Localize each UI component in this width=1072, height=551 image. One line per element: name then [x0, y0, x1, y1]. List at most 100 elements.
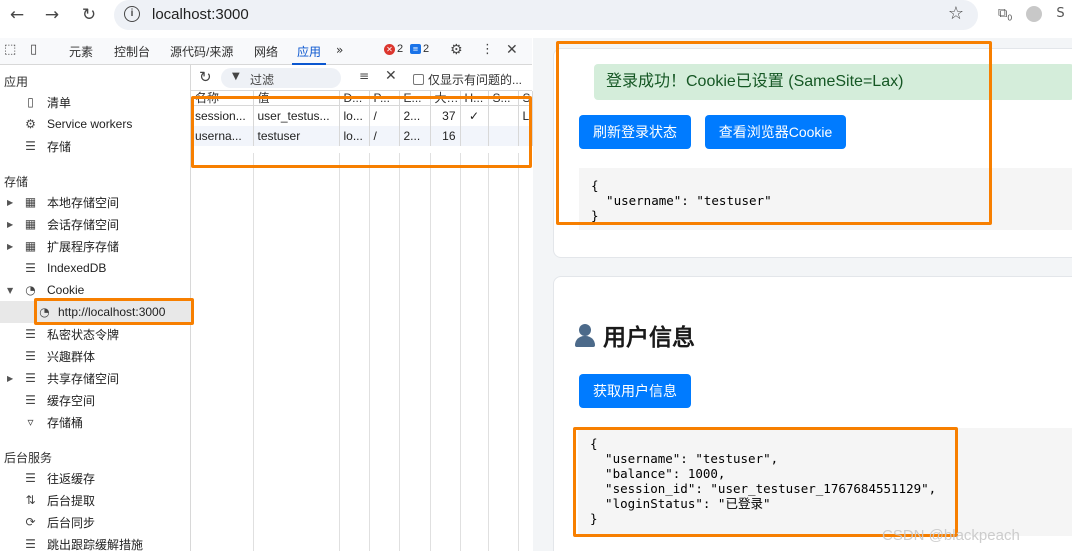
sidebar-item-shared-storage[interactable]: ▶ ☰ 共享存储空间 — [0, 367, 191, 389]
tab-elements[interactable]: 元素 — [69, 43, 93, 60]
tab-application[interactable]: 应用 — [297, 43, 321, 60]
sidebar-item-storage[interactable]: ☰ 存储 — [0, 135, 191, 157]
tab-sources[interactable]: 源代码/来源 — [170, 43, 233, 60]
cell-secure[interactable] — [488, 105, 519, 126]
table-icon: ▦ — [24, 195, 37, 209]
sidebar-item-session-storage[interactable]: ▶ ▦ 会话存储空间 — [0, 213, 191, 235]
column-header-secure[interactable]: S... — [488, 91, 519, 106]
expand-arrow-icon[interactable]: ▶ — [7, 198, 13, 207]
grid-divider — [369, 153, 370, 551]
grid-divider — [399, 153, 400, 551]
extension-icon-2[interactable]: S — [1056, 6, 1064, 23]
error-counter[interactable]: ✕ 2 — [384, 43, 403, 55]
column-header-path[interactable]: P... — [369, 91, 400, 106]
cell-value[interactable]: testuser — [253, 125, 340, 146]
back-arrow-icon[interactable]: ← — [5, 4, 29, 26]
cell-size[interactable]: 16 — [430, 125, 461, 146]
sidebar-item-label: 后台同步 — [47, 515, 96, 530]
sidebar-item-cookie-origin[interactable]: ◔ http://localhost:3000 — [0, 301, 191, 323]
cookie-icon: ◔ — [25, 283, 36, 297]
cell-domain[interactable]: lo... — [339, 125, 370, 146]
sidebar-item-interest-groups[interactable]: ☰ 兴趣群体 — [0, 345, 191, 367]
refresh-login-status-button[interactable]: 刷新登录状态 — [579, 115, 691, 149]
column-header-size[interactable]: 大... — [430, 91, 461, 106]
sidebar-item-storage-buckets[interactable]: ▿ 存储桶 — [0, 411, 191, 433]
cell-value[interactable]: user_testus... — [253, 105, 340, 126]
web-page: 登录成功！Cookie已设置 (SameSite=Lax) 刷新登录状态 查看浏… — [533, 38, 1072, 551]
message-counter[interactable]: ≡ 2 — [410, 43, 429, 55]
close-devtools-icon[interactable]: ✕ — [506, 42, 518, 58]
cell-name[interactable]: session... — [191, 105, 254, 126]
sidebar-item-background-sync[interactable]: ⟳ 后台同步 — [0, 511, 191, 533]
sidebar-item-extension-storage[interactable]: ▶ ▦ 扩展程序存储 — [0, 235, 191, 257]
bookmark-star-icon[interactable]: ☆ — [948, 3, 964, 24]
checkbox-box[interactable] — [413, 74, 424, 85]
cookie-toolbar: ↻ ▼ 过滤 ≡ ✕ 仅显示有问题的... — [191, 65, 532, 91]
cell-httponly[interactable] — [460, 125, 489, 146]
cell-path[interactable]: / — [369, 105, 400, 126]
sidebar-item-manifest[interactable]: ▯ 清单 — [0, 91, 191, 113]
filter-input[interactable]: ▼ 过滤 — [221, 68, 341, 88]
sidebar-item-indexeddb[interactable]: ☰ IndexedDB — [0, 257, 191, 279]
cell-name[interactable]: userna... — [191, 125, 254, 146]
table-row[interactable]: userna... testuser lo... / 2... 16 — [191, 125, 533, 146]
column-header-domain[interactable]: D... — [339, 91, 370, 106]
grid-divider — [339, 153, 340, 551]
cell-domain[interactable]: lo... — [339, 105, 370, 126]
more-tabs-icon[interactable]: » — [336, 43, 343, 57]
site-info-icon[interactable]: i — [124, 6, 140, 22]
table-empty-area — [191, 153, 532, 551]
column-header-samesite[interactable]: S — [518, 91, 533, 106]
sidebar-item-bounce-tracking[interactable]: ☰ 跳出跟踪缓解措施 — [0, 533, 191, 551]
device-toolbar-icon[interactable]: ▯ — [30, 42, 37, 57]
tab-console[interactable]: 控制台 — [114, 43, 150, 60]
cell-secure[interactable] — [488, 125, 519, 146]
cookie-json-output: { "username": "testuser" } — [579, 168, 1072, 230]
sidebar-item-local-storage[interactable]: ▶ ▦ 本地存储空间 — [0, 191, 191, 213]
column-header-httponly[interactable]: H... — [460, 91, 489, 106]
url-text[interactable]: localhost:3000 — [152, 6, 249, 23]
only-issues-checkbox[interactable]: 仅显示有问题的... — [413, 71, 522, 88]
cell-httponly[interactable]: ✓ — [460, 105, 489, 126]
tab-network[interactable]: 网络 — [254, 43, 278, 60]
sidebar-item-background-fetch[interactable]: ⇅ 后台提取 — [0, 489, 191, 511]
get-user-info-button[interactable]: 获取用户信息 — [579, 374, 691, 408]
clear-all-cookies-icon[interactable]: ✕ — [385, 68, 397, 84]
inspect-element-icon[interactable]: ⬚ — [4, 42, 16, 57]
expand-arrow-icon[interactable]: ▶ — [7, 242, 13, 251]
clear-filtered-cookies-icon[interactable]: ≡ — [359, 69, 369, 83]
profile-avatar[interactable] — [1026, 6, 1043, 22]
cell-expires[interactable]: 2... — [399, 125, 431, 146]
cell-expires[interactable]: 2... — [399, 105, 431, 126]
collapse-arrow-icon[interactable]: ▼ — [7, 286, 13, 295]
sidebar-item-private-state-tokens[interactable]: ☰ 私密状态令牌 — [0, 323, 191, 345]
refresh-icon[interactable]: ↻ — [199, 68, 212, 86]
expand-arrow-icon[interactable]: ▶ — [7, 220, 13, 229]
database-icon: ☰ — [25, 327, 36, 341]
forward-arrow-icon[interactable]: → — [40, 4, 64, 26]
cell-size[interactable]: 37 — [430, 105, 461, 126]
sidebar-item-label: 后台提取 — [47, 493, 96, 508]
expand-arrow-icon[interactable]: ▶ — [7, 374, 13, 383]
sidebar-item-back-forward-cache[interactable]: ☰ 往返缓存 — [0, 467, 191, 489]
cell-path[interactable]: / — [369, 125, 400, 146]
table-row[interactable]: session... user_testus... lo... / 2... 3… — [191, 105, 533, 126]
cell-samesite[interactable] — [518, 125, 533, 146]
column-header-value[interactable]: 值 — [253, 91, 340, 106]
sidebar-item-cache-storage[interactable]: ☰ 缓存空间 — [0, 389, 191, 411]
extension-icon[interactable]: ⧉0 — [998, 6, 1012, 23]
cell-samesite[interactable]: L — [518, 105, 533, 126]
sidebar-item-cookie[interactable]: ▼ ◔ Cookie — [0, 279, 191, 301]
cookie-table: 名称 值 D... P... E... 大... H... S... S ses… — [191, 91, 533, 146]
database-icon: ☰ — [25, 371, 36, 385]
sidebar-item-label: 往返缓存 — [47, 471, 96, 486]
view-browser-cookie-button[interactable]: 查看浏览器Cookie — [705, 115, 846, 149]
settings-gear-icon[interactable]: ⚙ — [450, 42, 463, 58]
reload-icon[interactable]: ↻ — [77, 4, 101, 26]
column-header-name[interactable]: 名称 — [191, 91, 254, 106]
sidebar-item-label: 跳出跟踪缓解措施 — [47, 537, 144, 551]
more-options-icon[interactable]: ⋮ — [481, 42, 494, 57]
column-header-expires[interactable]: E... — [399, 91, 431, 106]
address-bar[interactable]: i localhost:3000 ☆ — [114, 0, 978, 30]
sidebar-item-service-workers[interactable]: ⚙ Service workers — [0, 113, 191, 135]
